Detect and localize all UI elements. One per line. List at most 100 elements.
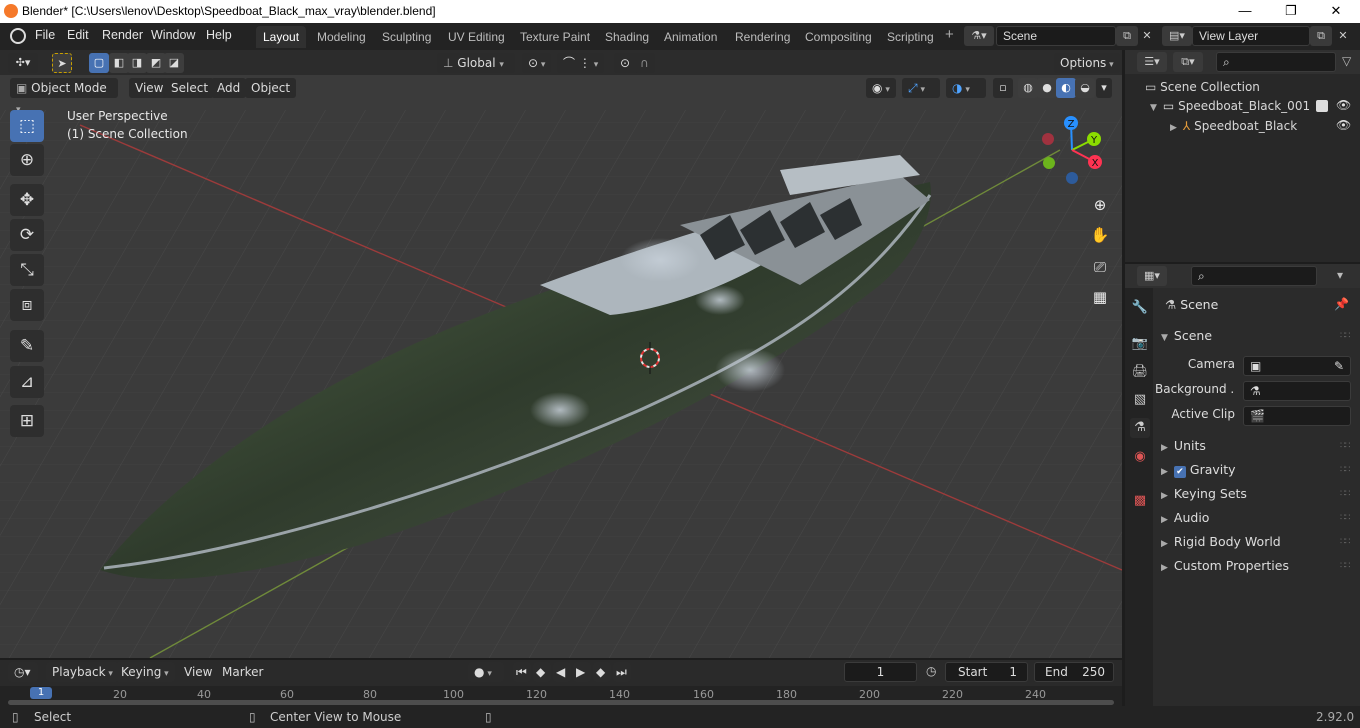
properties-search-input[interactable]: ⌕ [1191,266,1317,286]
transform-orientation-dropdown[interactable]: ⊥ Global [437,53,515,73]
panel-grip-icon[interactable]: ∷∷ [1340,331,1351,341]
tab-render-icon[interactable]: 📷 [1130,334,1150,354]
outliner-row-collection[interactable]: ▼ ▭ Speedboat_Black_001 [1150,96,1310,116]
new-view-layer-icon[interactable]: ⧉ [1310,26,1332,46]
view-layer-field[interactable]: View Layer [1192,26,1310,46]
xray-toggle-icon[interactable]: ▫ [993,78,1013,98]
zoom-icon[interactable]: ⊕ [1088,193,1112,217]
select-mode-new-icon[interactable]: ▢ [89,53,109,73]
select-mode-invert-icon[interactable]: ◩ [146,53,166,73]
maximize-button[interactable]: ❐ [1268,0,1314,23]
panel-gravity[interactable]: ▶ ✔ Gravity [1161,462,1236,478]
pan-hand-icon[interactable]: ✋ [1088,223,1112,247]
outliner-scene-collection[interactable]: ▭ Scene Collection [1145,77,1260,97]
new-scene-icon[interactable]: ⧉ [1116,26,1138,46]
tab-scene-icon[interactable]: ⚗ [1130,418,1150,438]
minimize-button[interactable]: — [1222,0,1268,23]
panel-custom-properties[interactable]: ▶ Custom Properties [1161,558,1289,573]
scene-selector-icon[interactable]: ⚗▾ [964,26,994,46]
panel-grip-icon[interactable]: ∷∷ [1340,441,1351,451]
start-frame-field[interactable]: Start 1 [945,662,1028,682]
panel-grip-icon[interactable]: ∷∷ [1340,561,1351,571]
tab-compositing[interactable]: Compositing [798,26,879,48]
tool-annotate-icon[interactable]: ✎ [10,330,44,362]
auto-keying-icon[interactable]: ● [468,662,504,682]
shading-wireframe-icon[interactable]: ◍ [1018,78,1038,98]
panel-scene-header[interactable]: ▼ Scene [1161,328,1212,343]
tab-view-layer-icon[interactable]: ▧ [1130,390,1150,410]
gravity-checkbox[interactable]: ✔ [1173,466,1186,478]
background-scene-field[interactable]: ⚗ [1243,381,1351,401]
stopwatch-icon[interactable]: ◷ [926,664,936,678]
shading-rendered-icon[interactable]: ◒ [1075,78,1095,98]
tool-measure-icon[interactable]: ⊿ [10,366,44,398]
camera-view-icon[interactable]: ⎚ [1088,255,1112,279]
jump-end-icon[interactable]: ⏭ [613,662,631,682]
play-reverse-icon[interactable]: ◀ [553,662,571,682]
pivot-point-dropdown[interactable]: ⊙ [522,53,552,73]
select-mode-extend-icon[interactable]: ◧ [109,53,129,73]
panel-rigid-body-world[interactable]: ▶ Rigid Body World [1161,534,1281,549]
menu-edit[interactable]: Edit [67,28,89,42]
collection-checkbox[interactable] [1316,100,1328,112]
next-keyframe-icon[interactable]: ◆ [593,662,611,682]
tab-shading[interactable]: Shading [598,26,656,48]
viewport-menu-add[interactable]: Add [211,78,247,98]
tab-animation[interactable]: Animation [657,26,724,48]
ortho-grid-icon[interactable]: ▦ [1088,285,1112,309]
timeline-scrollbar[interactable] [8,700,1114,705]
panel-units[interactable]: ▶ Units [1161,438,1206,453]
add-workspace-icon[interactable]: + [945,26,954,43]
active-clip-field[interactable]: 🎬 [1243,406,1351,426]
outliner-editor-type-icon[interactable]: ☰▾ [1137,52,1167,72]
panel-grip-icon[interactable]: ∷∷ [1340,537,1351,547]
panel-keying-sets[interactable]: ▶ Keying Sets [1161,486,1247,501]
playhead-marker[interactable]: 1 [30,687,52,699]
filter-icon[interactable]: ▽ [1342,54,1351,68]
timeline-editor-type-icon[interactable]: ◷▾ [8,662,38,682]
visibility-dropdown[interactable]: ◉ [866,78,896,98]
snap-dropdown[interactable]: ⌒ ⋮ [557,53,605,73]
tab-rendering[interactable]: Rendering [728,26,797,48]
tool-select-box-icon[interactable]: ⬚ [10,110,44,142]
properties-options-icon[interactable]: ▾ [1337,268,1343,282]
blender-menu-icon[interactable] [10,28,26,44]
timeline-menu-keying[interactable]: Keying [115,662,175,682]
scene-name-field[interactable]: Scene [996,26,1116,46]
proportional-editing-icon[interactable]: ⊙ [614,53,637,73]
shading-material-icon[interactable]: ◐ [1056,78,1076,98]
overlays-toggle-icon[interactable]: ◑ [946,78,986,98]
viewport-menu-view[interactable]: View [129,78,170,98]
tab-uv-editing[interactable]: UV Editing [441,26,512,48]
timeline-menu-view[interactable]: View [178,662,218,682]
tab-layout[interactable]: Layout [256,26,307,48]
select-mode-subtract-icon[interactable]: ◨ [127,53,147,73]
tab-world-icon[interactable]: ◉ [1130,447,1150,467]
tool-cursor-icon[interactable]: ⊕ [10,144,44,176]
viewport-menu-object[interactable]: Object [245,78,297,98]
timeline-menu-marker[interactable]: Marker [216,662,269,682]
outliner-row-object[interactable]: ▶ ⅄ Speedboat_Black [1170,116,1297,136]
tab-output-icon[interactable]: 🖨 [1130,362,1150,382]
tab-scripting[interactable]: Scripting [880,26,941,48]
menu-render[interactable]: Render [102,28,143,42]
end-frame-field[interactable]: End 250 [1034,662,1114,682]
menu-window[interactable]: Window [151,28,195,42]
prev-keyframe-icon[interactable]: ◆ [533,662,551,682]
delete-scene-icon[interactable]: ✕ [1136,26,1158,46]
delete-view-layer-icon[interactable]: ✕ [1332,26,1354,46]
tab-tool-icon[interactable]: 🔧 [1130,298,1150,318]
jump-start-icon[interactable]: ⏮ [513,662,531,682]
current-frame-field[interactable]: 1 [844,662,917,682]
panel-audio[interactable]: ▶ Audio [1161,510,1209,525]
tab-modeling[interactable]: Modeling [310,26,373,48]
panel-grip-icon[interactable]: ∷∷ [1340,465,1351,475]
editor-type-icon[interactable]: ✣▾ [8,53,38,73]
outliner-search-input[interactable]: ⌕ [1216,52,1336,72]
view-layer-selector-icon[interactable]: ▤▾ [1162,26,1192,46]
select-tool-icon[interactable]: ➤ [52,53,72,73]
shading-solid-icon[interactable]: ● [1037,78,1057,98]
close-button[interactable]: ✕ [1313,0,1359,23]
tab-texture-icon[interactable]: ▩ [1130,491,1150,511]
panel-grip-icon[interactable]: ∷∷ [1340,489,1351,499]
